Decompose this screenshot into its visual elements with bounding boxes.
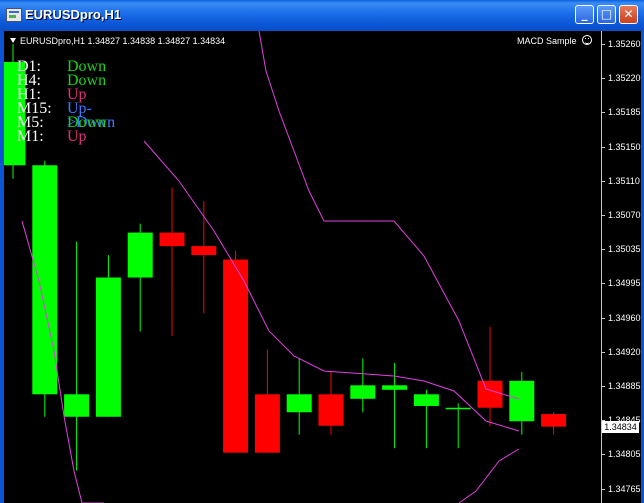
candle-body [445,407,471,410]
price-tick [601,180,605,182]
candlestick[interactable] [159,187,185,336]
price-tick-label: 1.35070 [608,210,641,220]
candle-body [541,414,567,427]
candle-body [382,385,408,390]
price-tick [601,215,605,216]
candle-body [191,246,217,256]
candle-body [127,232,153,278]
dropdown-triangle-icon[interactable] [10,38,16,43]
price-tick-label: 1.35035 [608,244,641,255]
window-title: EURUSDpro,H1 [25,7,122,22]
candle-body [64,394,90,417]
candle-body [223,259,249,453]
candlestick[interactable] [445,403,471,449]
candlestick[interactable] [350,358,376,413]
candlestick[interactable] [127,223,153,332]
info-line: EURUSDpro,H1 1.34827 1.34838 1.34827 1.3… [20,36,226,46]
price-tick [601,249,605,251]
price-tick-label: 1.34920 [608,346,641,357]
price-tick-label: 1.34960 [608,312,641,323]
price-tick-label: 1.35220 [608,73,641,84]
expert-advisor-name[interactable]: MACD Sample [517,36,577,46]
price-tick-label: 1.34995 [608,278,641,289]
close-button[interactable]: ✕ [619,5,638,24]
candlestick[interactable] [541,412,567,435]
candlestick[interactable] [32,160,58,417]
price-tick [601,283,605,285]
price-tick [601,351,605,353]
price-tick [601,317,605,319]
price-tick-label: 1.34765 [608,483,641,494]
candle-body [95,277,121,417]
chart-area[interactable]: EURUSDpro,H1 1.34827 1.34838 1.34827 1.3… [4,31,641,503]
candle-body [254,394,280,453]
upper-envelope-line[interactable] [258,31,520,400]
price-tick [601,488,605,490]
candle-body [413,394,439,406]
price-tick [601,386,605,387]
price-tick [601,112,605,114]
candle-body [477,380,503,408]
price-tick [601,44,605,45]
candle-body [318,394,344,426]
symbol-info[interactable]: EURUSDpro,H1 1.34827 1.34838 1.34827 1.3… [10,36,225,46]
candle-body [350,385,376,399]
candlestick[interactable] [254,349,280,453]
trend-status: Up [67,128,87,145]
candle-body [159,232,185,247]
price-tick-label: 1.34805 [608,449,641,460]
price-tick-label: 1.35110 [608,175,640,186]
candlestick[interactable] [191,201,217,314]
expert-smiley-icon[interactable] [582,35,592,45]
minimize-button[interactable]: _ [575,5,594,24]
candle-body [509,380,535,422]
price-tick [601,454,605,456]
candlestick[interactable] [95,255,121,417]
price-tick-label: 1.35150 [608,141,641,152]
price-tick-label: 1.34885 [608,381,641,391]
price-tick [601,146,605,148]
candle-body [32,165,58,395]
candlestick[interactable] [286,358,312,435]
price-tick-label: 1.35185 [608,107,641,118]
candlestick[interactable] [318,371,344,435]
candle-body [286,394,312,413]
window-title-bar[interactable]: EURUSDpro,H1 _ □ ✕ [0,0,644,31]
candlestick[interactable] [413,389,439,449]
chart-window-icon[interactable] [6,8,22,22]
price-tick [601,78,605,80]
current-price-label: 1.34834 [602,420,639,433]
timeframe-label: M1: [17,128,44,145]
lower-envelope-line-right[interactable] [458,448,520,503]
candlestick[interactable] [509,371,535,435]
price-tick-label: 1.35260 [608,39,641,49]
maximize-button[interactable]: □ [597,5,616,24]
